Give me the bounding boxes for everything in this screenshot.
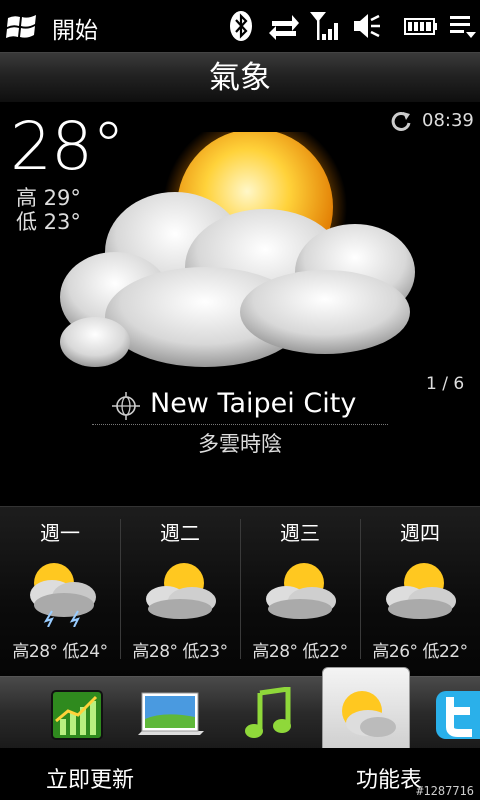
forecast-strip: 週一 高28° 低24° 週二 高28° 低23° 週三 高28° 低22° 週… xyxy=(0,506,480,677)
update-now-button[interactable]: 立即更新 xyxy=(46,762,134,794)
forecast-day-name: 週一 xyxy=(40,521,80,545)
watermark: #1287716 xyxy=(416,784,474,798)
partly-cloudy-sun-icon xyxy=(266,563,336,619)
forecast-day[interactable]: 週四 高26° 低22° xyxy=(360,507,480,677)
twitter-icon[interactable] xyxy=(432,687,480,743)
forecast-temps: 高28° 低23° xyxy=(132,642,228,662)
start-label[interactable]: 開始 xyxy=(52,11,98,45)
refresh-icon xyxy=(391,111,411,131)
stocks-icon[interactable] xyxy=(46,687,110,743)
menu-button[interactable]: 功能表 xyxy=(356,762,422,794)
current-weather-panel[interactable]: 28° 高 29° 低 23° 08:39 1 / 6 New Taipei C… xyxy=(0,102,480,506)
battery-icon xyxy=(404,18,437,35)
forecast-day-name: 週二 xyxy=(160,521,200,545)
app-tab-bar xyxy=(0,667,480,751)
bluetooth-icon xyxy=(230,11,252,41)
weather-condition: 多雲時陰 xyxy=(198,432,282,456)
city-name: New Taipei City xyxy=(150,388,357,419)
page-indicator: 1 / 6 xyxy=(426,374,465,394)
update-time: 08:39 xyxy=(422,110,474,131)
music-icon[interactable] xyxy=(238,687,302,743)
globe-icon xyxy=(112,392,140,420)
windows-flag-icon[interactable] xyxy=(6,12,38,42)
data-sync-icon xyxy=(269,15,299,40)
city-selector[interactable]: New Taipei City xyxy=(92,386,388,425)
partly-cloudy-sun-icon xyxy=(60,132,415,367)
partly-cloudy-sun-icon xyxy=(386,563,456,619)
signal-icon xyxy=(310,12,338,40)
softkey-bar: 立即更新 功能表 #1287716 xyxy=(0,748,480,800)
forecast-temps: 高26° 低22° xyxy=(372,642,468,662)
partly-cloudy-sun-icon xyxy=(146,563,216,619)
forecast-day[interactable]: 週三 高28° 低22° xyxy=(240,507,360,677)
menu-icon[interactable] xyxy=(448,10,478,42)
volume-icon xyxy=(354,14,380,38)
photos-icon[interactable] xyxy=(134,687,206,743)
forecast-day-name: 週四 xyxy=(400,521,440,545)
forecast-day[interactable]: 週一 高28° 低24° xyxy=(0,507,120,677)
forecast-temps: 高28° 低24° xyxy=(12,642,108,662)
forecast-temps: 高28° 低22° xyxy=(252,642,348,662)
page-title: 氣象 xyxy=(0,52,480,104)
forecast-day[interactable]: 週二 高28° 低23° xyxy=(120,507,240,677)
thunderstorm-sun-icon xyxy=(30,563,96,627)
weather-icon[interactable] xyxy=(334,687,398,743)
status-bar: 開始 xyxy=(0,0,480,52)
forecast-day-name: 週三 xyxy=(280,521,320,545)
